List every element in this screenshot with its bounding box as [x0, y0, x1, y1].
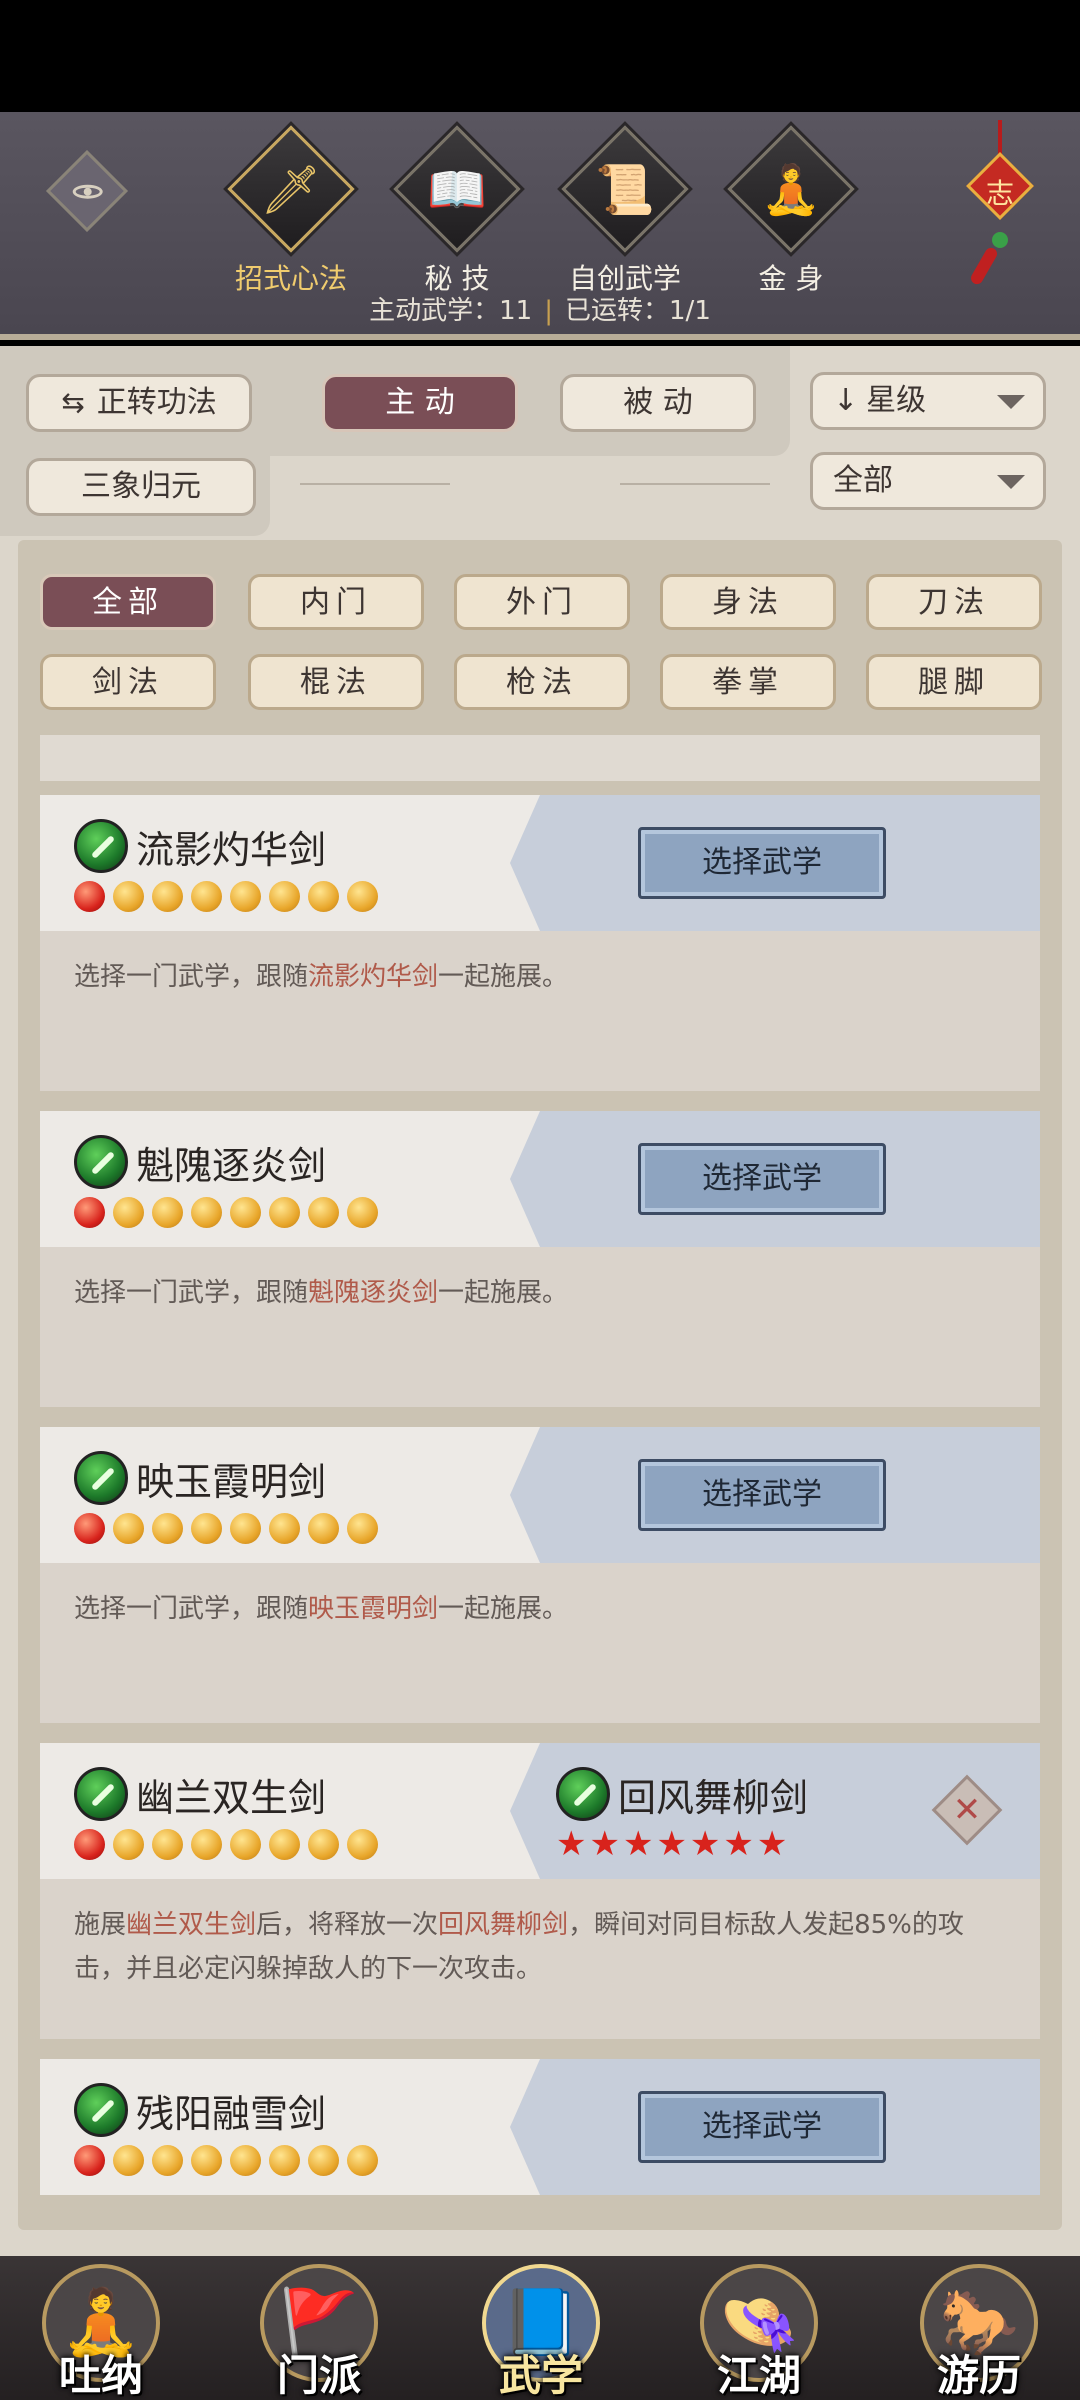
combo-skill-icon — [556, 1767, 610, 1821]
skill-name: 残阳融雪剑 — [136, 2092, 327, 2136]
category-leg[interactable]: 腿脚 — [866, 654, 1042, 710]
skill-description: 选择一门武学，跟随流影灼华剑一起施展。 — [74, 962, 569, 992]
sword-skill-icon — [74, 1767, 128, 1821]
sword-skill-icon — [74, 1451, 128, 1505]
skill-name: 映玉霞明剑 — [136, 1460, 327, 1504]
status-bar — [0, 0, 1080, 112]
skill-card: 映玉霞明剑 选择武学 选择一门武学，跟随映玉霞明剑一起施展。 — [40, 1427, 1040, 1723]
book-icon: 📖 — [427, 162, 487, 218]
level-dots — [74, 881, 386, 912]
skill-card: 流影灼华剑 选择武学 选择一门武学，跟随流影灼华剑一起施展。 — [40, 795, 1040, 1091]
chevron-down-icon — [997, 395, 1025, 409]
choose-skill-button[interactable]: 选择武学 — [638, 2091, 886, 2163]
skill-description: 施展幽兰双生剑后，将释放一次回风舞柳剑，瞬间对同目标敌人发起85%的攻击，并且必… — [74, 1910, 964, 1984]
choose-skill-button[interactable]: 选择武学 — [638, 1459, 886, 1531]
nav-breathing[interactable]: 🧘 吐纳 — [24, 2256, 174, 2400]
category-fist[interactable]: 拳掌 — [660, 654, 836, 710]
sword-skill-icon — [74, 1135, 128, 1189]
reverse-method-button[interactable]: ⇆ 正转功法 — [26, 374, 252, 432]
skill-name: 流影灼华剑 — [136, 828, 327, 872]
skill-description: 选择一门武学，跟随魁隗逐炎剑一起施展。 — [74, 1278, 569, 1308]
level-dots — [74, 2145, 386, 2176]
skill-description: 选择一门武学，跟随映玉霞明剑一起施展。 — [74, 1594, 569, 1624]
nav-jianghu[interactable]: 👒 江湖 — [682, 2256, 832, 2400]
tab-passive-mode[interactable]: 被 动 — [560, 374, 756, 432]
sanxiang-button[interactable]: 三象归元 — [26, 458, 256, 516]
tab-secret-skills[interactable]: 📖 秘 技 — [380, 125, 530, 297]
tab-golden-body[interactable]: 🧘 金 身 — [714, 125, 864, 297]
nav-martial-arts[interactable]: 📘 武学 — [464, 2256, 614, 2400]
tab-moves[interactable]: 🗡 招式心法 — [214, 125, 364, 297]
skill-name: 魁隗逐炎剑 — [136, 1144, 327, 1188]
nav-sect[interactable]: 🚩 门派 — [242, 2256, 392, 2400]
choose-skill-button[interactable]: 选择武学 — [638, 1143, 886, 1215]
header-panel: 🗡 招式心法 📖 秘 技 📜 自创武学 🧘 金 身 志 主动武学：11 | 已运转：… — [0, 112, 1080, 340]
sort-select[interactable]: ↓ 星级 — [810, 372, 1046, 430]
sword-skill-icon — [74, 819, 128, 873]
nav-travel[interactable]: 🐎 游历 — [902, 2256, 1052, 2400]
category-staff[interactable]: 棍法 — [248, 654, 424, 710]
swap-icon: ⇆ — [61, 386, 85, 419]
scope-select[interactable]: 全部 — [810, 452, 1046, 510]
choose-skill-button[interactable]: 选择武学 — [638, 827, 886, 899]
eye-toggle-button[interactable] — [45, 149, 129, 233]
sword-icon: 🗡 — [260, 162, 322, 218]
category-movement[interactable]: 身法 — [660, 574, 836, 630]
chevron-down-icon — [997, 475, 1025, 489]
tab-active-mode[interactable]: 主 动 — [322, 374, 518, 432]
arrow-down-icon: ↓ — [833, 383, 859, 418]
category-outer[interactable]: 外门 — [454, 574, 630, 630]
category-inner[interactable]: 内门 — [248, 574, 424, 630]
martial-counter: 主动武学：11 | 已运转：1/1 — [369, 296, 711, 326]
close-icon: ✕ — [952, 1790, 982, 1830]
category-all[interactable]: 全部 — [40, 574, 216, 630]
tab-custom-arts[interactable]: 📜 自创武学 — [548, 125, 698, 297]
skill-name: 幽兰双生剑 — [136, 1776, 327, 1820]
sword-skill-icon — [74, 2083, 128, 2137]
skill-card: 残阳融雪剑 选择武学 — [40, 2059, 1040, 2195]
category-sword[interactable]: 剑法 — [40, 654, 216, 710]
skill-card: 魁隗逐炎剑 选择武学 选择一门武学，跟随魁隗逐炎剑一起施展。 — [40, 1111, 1040, 1407]
category-spear[interactable]: 枪法 — [454, 654, 630, 710]
category-blade[interactable]: 刀法 — [866, 574, 1042, 630]
bottom-nav: 🧘 吐纳 🚩 门派 📘 武学 👒 江湖 🐎 游历 — [0, 2256, 1080, 2400]
level-dots — [74, 1197, 386, 1228]
combo-skill-name: 回风舞柳剑 — [618, 1776, 809, 1820]
level-dots — [74, 1513, 386, 1544]
skill-card-combo: 幽兰双生剑 回风舞柳剑 ★★★★★★★ ✕ 施展幽兰双生剑后，将释放一次回风舞柳… — [40, 1743, 1040, 2039]
meditation-icon: 🧘 — [761, 162, 821, 218]
level-dots — [74, 1829, 386, 1860]
scroll-icon: 📜 — [595, 162, 655, 218]
combo-stars: ★★★★★★★ — [556, 1824, 791, 1864]
chinese-knot-button[interactable]: 志 — [960, 120, 1040, 290]
